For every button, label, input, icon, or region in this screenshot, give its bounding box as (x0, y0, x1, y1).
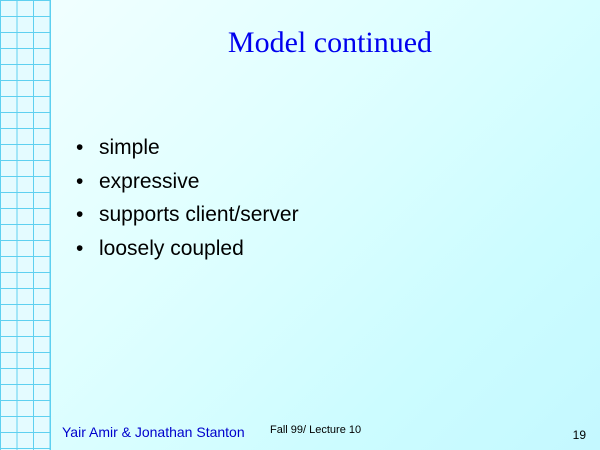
footer-course-info: Fall 99/ Lecture 10 (270, 424, 362, 436)
slide-title: Model continued (227, 26, 433, 59)
bullet-marker: • (76, 169, 84, 193)
bullet-marker: • (76, 236, 84, 260)
bullet-marker: • (76, 203, 84, 226)
bullet-text: expressive (99, 169, 200, 193)
page-number: 19 (572, 428, 586, 442)
bullet-marker: • (76, 136, 84, 159)
bullet-text: simple (99, 136, 160, 159)
bullet-text: supports client/server (99, 203, 299, 226)
bullet-text: loosely coupled (99, 236, 244, 260)
footer-author: Yair Amir & Jonathan Stanton (62, 424, 245, 440)
decorative-grid-strip (0, 0, 51, 450)
